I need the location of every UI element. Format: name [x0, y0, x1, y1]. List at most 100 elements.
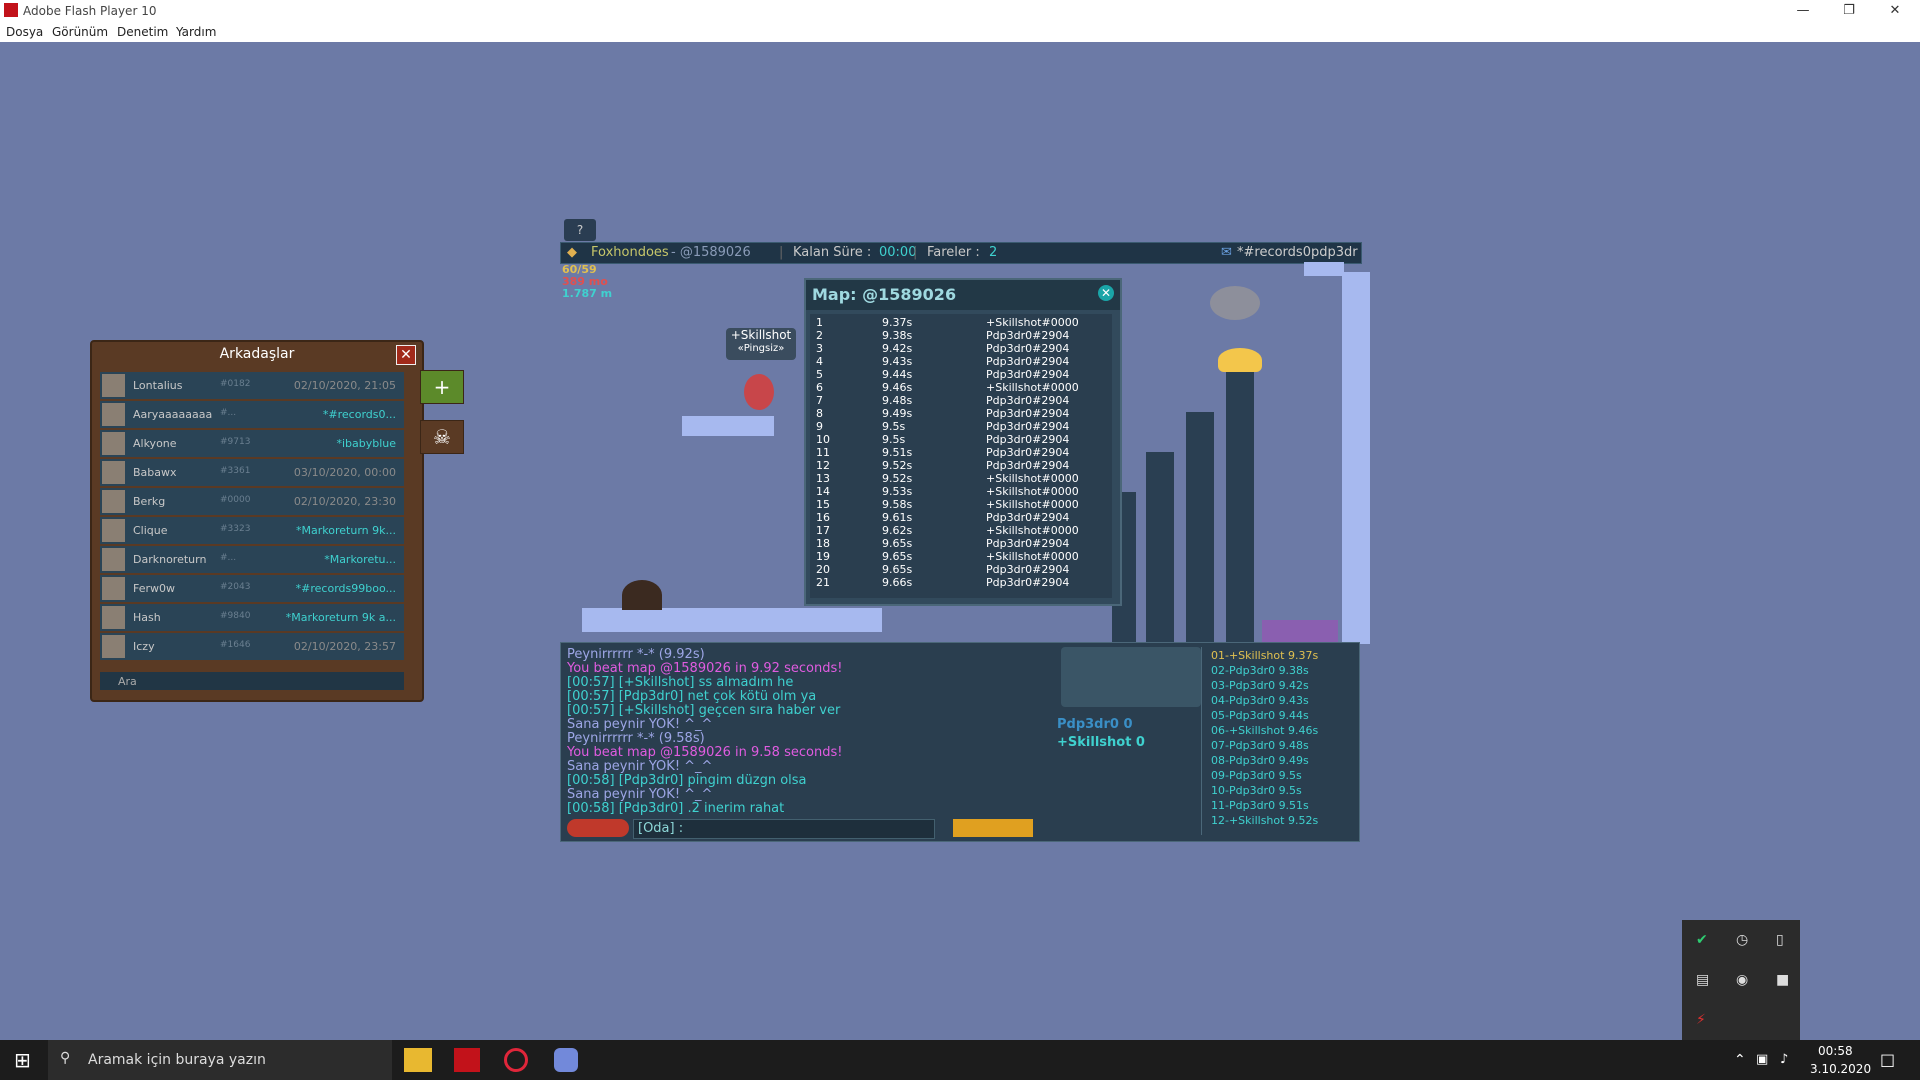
record-time: 9.46s	[882, 381, 913, 394]
friend-status: *Markoreturn 9k a...	[285, 611, 396, 624]
friend-row[interactable]: Alkyone #9713 *ibabyblue	[100, 430, 404, 457]
friend-row[interactable]: Aaryaaaaaaaa #... *#records0...	[100, 401, 404, 428]
friend-row[interactable]: Darknoreturn #... *Markoretu...	[100, 546, 404, 573]
add-friend-button[interactable]: +	[420, 370, 464, 404]
file-explorer-icon[interactable]	[404, 1048, 432, 1072]
ranking-entry: 05-Pdp3dr0 9.44s	[1211, 709, 1309, 722]
friends-search-input[interactable]: Ara	[100, 672, 404, 690]
friend-tag: #3323	[220, 524, 251, 534]
record-row: 13 9.52s +Skillshot#0000	[810, 472, 1110, 485]
blacklist-button[interactable]: ☠	[420, 420, 464, 454]
menu-gorunum[interactable]: Görünüm	[52, 25, 108, 39]
chat-message: [00:58] [Pdp3dr0] pingim düzgn olsa	[567, 773, 807, 788]
chat-input[interactable]: [Oda] :	[633, 819, 935, 839]
security-icon[interactable]: ▤	[1696, 972, 1709, 988]
start-button[interactable]: ⊞	[14, 1048, 31, 1072]
friend-status: *Markoreturn 9k...	[296, 524, 396, 537]
record-row: 16 9.61s Pdp3dr0#2904	[810, 511, 1110, 524]
time-value: 00:00	[879, 245, 917, 260]
room-info-bar: ◆ Foxhondoes - @1589026 | Kalan Süre : 0…	[560, 242, 1362, 264]
usb-icon[interactable]: ▯	[1776, 932, 1784, 948]
chat-message: You beat map @1589026 in 9.58 seconds!	[567, 745, 843, 760]
friend-row[interactable]: Ferw0w #2043 *#records99boo...	[100, 575, 404, 602]
chevron-up-icon[interactable]: ⌃	[1734, 1052, 1746, 1068]
record-rank: 18	[816, 537, 830, 550]
friend-row[interactable]: Hash #9840 *Markoreturn 9k a...	[100, 604, 404, 631]
ranking-entry: 07-Pdp3dr0 9.48s	[1211, 739, 1309, 752]
record-time: 9.49s	[882, 407, 913, 420]
map-records-panel: Map: @1589026 ✕ 1 9.37s +Skillshot#0000 2 9.…	[804, 278, 1122, 606]
taskbar-search[interactable]: ⚲ Aramak için buraya yazın	[48, 1040, 392, 1080]
chat-arrow-buttons[interactable]	[953, 819, 1033, 837]
menu-dosya[interactable]: Dosya	[6, 25, 43, 39]
friend-row[interactable]: Iczy #1646 02/10/2020, 23:57	[100, 633, 404, 660]
record-player: +Skillshot#0000	[986, 485, 1079, 498]
friend-name: Lontalius	[133, 379, 183, 392]
minimize-button[interactable]: —	[1780, 0, 1826, 22]
search-icon: ⚲	[60, 1050, 71, 1066]
friend-name: Hash	[133, 611, 161, 624]
score-player1: Pdp3dr0 0	[1057, 717, 1133, 732]
volume-icon[interactable]: ♪	[1780, 1052, 1788, 1067]
mouse-sprite-icon	[1210, 286, 1260, 320]
record-row: 4 9.43s Pdp3dr0#2904	[810, 355, 1110, 368]
flash-icon[interactable]: ⚡	[1696, 1012, 1706, 1028]
shield-icon[interactable]: ✔	[1696, 932, 1708, 948]
menu-yardim[interactable]: Yardım	[176, 25, 216, 39]
opera-icon[interactable]	[504, 1048, 528, 1072]
record-player: Pdp3dr0#2904	[986, 368, 1070, 381]
room-map-code: - @1589026	[671, 245, 751, 260]
friend-row[interactable]: Clique #3323 *Markoreturn 9k...	[100, 517, 404, 544]
tool-icons[interactable]	[1061, 647, 1201, 707]
friend-row[interactable]: Berkg #0000 02/10/2020, 23:30	[100, 488, 404, 515]
chat-message: Peynirrrrrr *-* (9.92s)	[567, 647, 705, 662]
emote-buttons[interactable]	[567, 819, 629, 837]
restore-button[interactable]: ❐	[1826, 0, 1872, 22]
record-rank: 11	[816, 446, 830, 459]
friend-tag: #0182	[220, 379, 251, 389]
avatar	[102, 519, 125, 542]
friend-tag: #2043	[220, 582, 251, 592]
friend-row[interactable]: Lontalius #0182 02/10/2020, 21:05	[100, 372, 404, 399]
discord-icon[interactable]	[554, 1048, 578, 1072]
close-button[interactable]: ✕	[1872, 0, 1918, 22]
discord-icon[interactable]: ◉	[1736, 972, 1748, 988]
record-player: Pdp3dr0#2904	[986, 433, 1070, 446]
mice-label: Fareler :	[927, 245, 980, 260]
clock-icon[interactable]: ◷	[1736, 932, 1748, 948]
friend-name: Berkg	[133, 495, 166, 508]
record-time: 9.38s	[882, 329, 913, 342]
friend-name: Ferw0w	[133, 582, 176, 595]
ranking-entry: 01-+Skillshot 9.37s	[1211, 649, 1319, 662]
chat-message: Sana peynir YOK! ^_^	[567, 787, 713, 802]
record-time: 9.65s	[882, 550, 913, 563]
ranking-entry: 06-+Skillshot 9.46s	[1211, 724, 1319, 737]
player-mouse-icon[interactable]	[744, 374, 774, 410]
avatar	[102, 606, 125, 629]
record-row: 2 9.38s Pdp3dr0#2904	[810, 329, 1110, 342]
ranking-entry: 04-Pdp3dr0 9.43s	[1211, 694, 1309, 707]
lock-icon[interactable]: ■	[1776, 972, 1789, 988]
clock-date[interactable]: 3.10.2020	[1810, 1062, 1871, 1076]
record-player: +Skillshot#0000	[986, 472, 1079, 485]
clock-time[interactable]: 00:58	[1818, 1044, 1853, 1058]
avatar	[102, 635, 125, 658]
record-rank: 21	[816, 576, 830, 589]
friends-close-button[interactable]: ✕	[396, 345, 416, 365]
record-row: 10 9.5s Pdp3dr0#2904	[810, 433, 1110, 446]
friend-status: *#records0...	[322, 408, 396, 421]
close-icon[interactable]: ✕	[1098, 285, 1114, 301]
record-player: Pdp3dr0#2904	[986, 511, 1070, 524]
network-icon[interactable]: ▣	[1756, 1052, 1768, 1067]
friend-tag: #9713	[220, 437, 251, 447]
help-button[interactable]: ?	[564, 219, 596, 241]
mail-icon: ✉	[1221, 245, 1232, 260]
flash-player-icon[interactable]	[454, 1048, 480, 1072]
record-player: Pdp3dr0#2904	[986, 342, 1070, 355]
friend-row[interactable]: Babawx #3361 03/10/2020, 00:00	[100, 459, 404, 486]
record-time: 9.5s	[882, 420, 906, 433]
friend-name: Alkyone	[133, 437, 177, 450]
menu-denetim[interactable]: Denetim	[117, 25, 168, 39]
notifications-icon[interactable]: □	[1880, 1050, 1895, 1069]
goal-hole	[1262, 620, 1338, 642]
